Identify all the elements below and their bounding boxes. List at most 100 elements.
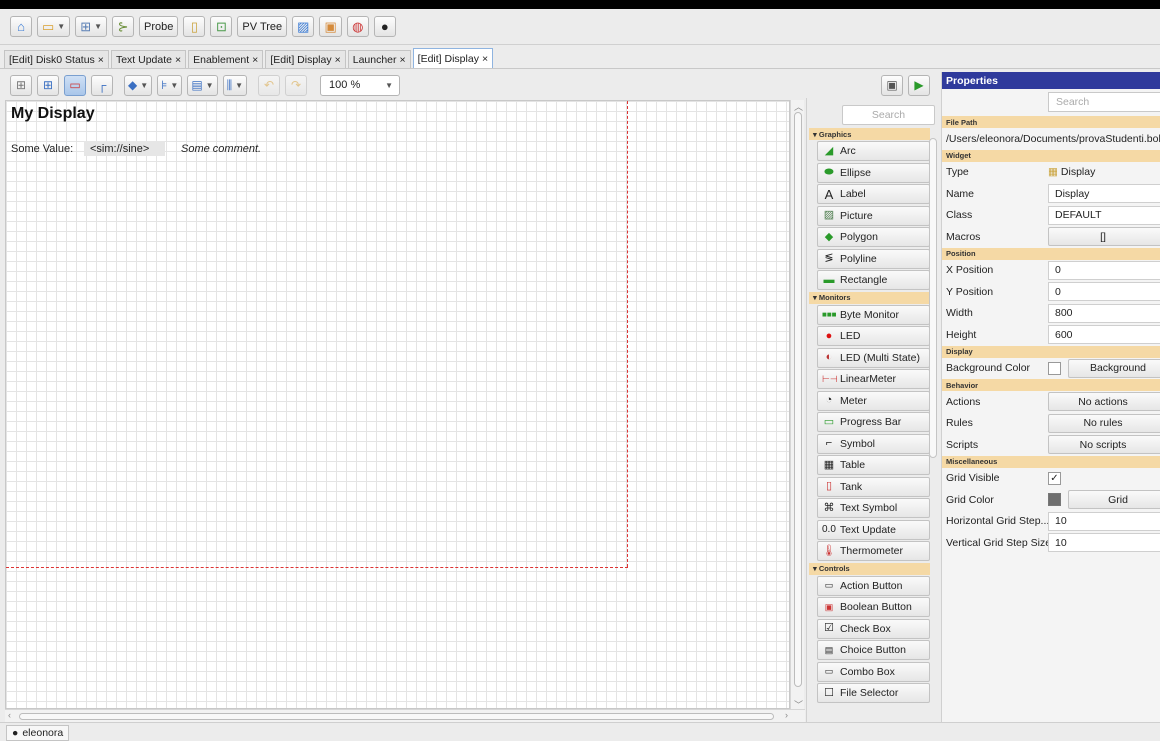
rules-button[interactable]: No rules [1048,413,1160,433]
some-value-label[interactable]: Some Value: [11,143,73,155]
palette-item-thermometer[interactable]: 🌡 Thermometer [817,541,930,561]
scroll-thumb[interactable] [929,138,937,458]
grid-color-swatch[interactable] [1048,493,1061,507]
databrowser-button[interactable]: ▨ [292,16,315,37]
palette-item-boolean-button[interactable]: ▣ Boolean Button [817,597,930,617]
palette-item-action-button[interactable]: ▭ Action Button [817,575,930,596]
size-button[interactable]: ▤ ▼ [187,74,218,96]
align-button[interactable]: ⊧ ▼ [157,74,183,96]
comment-label[interactable]: Some comment. [181,143,261,155]
tab-enablement[interactable]: Enablement × [188,50,264,68]
height-field[interactable]: 600 [1048,325,1160,345]
grid-visible-checkbox[interactable]: ✓ [1048,471,1061,485]
order-button[interactable]: ◆ ▼ [124,74,153,96]
layout-button[interactable]: ⊞ ▼ [75,16,108,37]
palette-item-picture[interactable]: ▨ Picture [817,205,930,226]
user-status-button[interactable]: ● eleonora [6,725,70,741]
close-icon[interactable]: × [252,54,258,66]
palette-item-file-selector[interactable]: ☐ File Selector [817,683,930,703]
undo-button[interactable]: ↶ [258,74,281,96]
horizontal-grid-step-field[interactable]: 10 [1048,511,1160,531]
properties-search-input[interactable]: Search [1048,92,1160,112]
save-button[interactable]: ▣ [881,74,903,96]
tab-edit-display[interactable]: [Edit] Display × [265,50,346,68]
alarm-button[interactable]: ◍ [346,16,369,37]
close-icon[interactable]: × [400,54,406,66]
palette-item-polygon[interactable]: ◆ Polygon [817,227,930,247]
probe-button[interactable]: Probe [139,16,179,37]
palette-category-controls[interactable]: ▾ Controls [809,562,930,575]
background-color-button[interactable]: Background [1068,358,1160,378]
tab-text-update[interactable]: Text Update × [110,50,187,68]
import-button[interactable]: ⊡ [210,16,233,37]
x-position-field[interactable]: 0 [1048,260,1160,280]
y-position-field[interactable]: 0 [1048,282,1160,302]
close-icon[interactable]: × [482,53,488,65]
scripts-button[interactable]: No scripts [1048,435,1160,455]
class-select[interactable]: DEFAULT [1048,205,1160,225]
palette-item-progress-bar[interactable]: ▭ Progress Bar [817,412,930,432]
distribute-button[interactable]: ⫼ ▼ [222,74,248,96]
boolean-button-icon: ▣ [824,601,834,612]
palette-item-label[interactable]: A Label [817,184,930,204]
new-display-button[interactable]: ▯ [183,16,206,37]
palette-category-graphics[interactable]: ▾ Graphics [809,128,930,140]
canvas-horizontal-scrollbar[interactable]: ‹ › [5,709,805,722]
palette-item-combo-box[interactable]: ▭ Combo Box [817,661,930,682]
text-update-widget[interactable]: <sim://sine> [84,141,165,156]
close-icon[interactable]: × [175,54,181,66]
scroll-thumb[interactable] [794,112,802,687]
actions-button[interactable]: No actions [1048,392,1160,412]
close-icon[interactable]: × [98,54,104,66]
grid-toggle-button[interactable]: ⊞ [10,74,32,96]
palette-item-led[interactable]: ● LED [817,326,930,346]
canvas-vertical-scrollbar[interactable]: ︿ ﹀ [790,100,804,710]
display-canvas[interactable]: My Display Some Value: <sim://sine> Some… [5,100,790,709]
scan-button[interactable]: ▣ [319,16,342,37]
redo-button[interactable]: ↷ [285,74,308,96]
macros-button[interactable]: [] [1048,227,1160,247]
chevron-right-icon[interactable]: › [785,710,788,720]
palette-scrollbar[interactable] [929,130,938,720]
palette-item-choice-button[interactable]: ▤ Choice Button [817,640,930,660]
chevron-left-icon[interactable]: ‹ [8,710,11,720]
show-display-border-button[interactable]: ▭ [64,74,86,96]
palette-item-text-update[interactable]: 0.0 Text Update [817,519,930,540]
palette-item-polyline[interactable]: ≶ Polyline [817,248,930,269]
width-field[interactable]: 800 [1048,303,1160,323]
scroll-thumb[interactable] [19,713,774,720]
display-title-label[interactable]: My Display [11,105,95,123]
palette-item-byte-monitor[interactable]: ■■■ Byte Monitor [817,304,930,325]
zoom-select[interactable]: 100 % ▼ [320,74,401,96]
palette-search-input[interactable]: Search [842,105,935,125]
palette-item-rectangle[interactable]: ▬ Rectangle [817,270,930,290]
probe-label: Probe [144,20,174,33]
home-button[interactable]: ⌂ [10,16,32,37]
palette-item-tank[interactable]: ▯ Tank [817,476,930,497]
user-button[interactable]: ● [373,16,396,37]
grid-color-button[interactable]: Grid [1068,490,1160,510]
tab-edit-display-active[interactable]: [Edit] Display × [412,48,494,68]
snap-grid-button[interactable]: ⊞ [37,74,59,96]
palette-item-linear-meter[interactable]: ⊢⊣ LinearMeter [817,369,930,389]
palette-item-ellipse[interactable]: ⬬ Ellipse [817,162,930,183]
vertical-grid-step-field[interactable]: 10 [1048,533,1160,553]
tree-button[interactable]: ⊱ [112,16,135,37]
tab-edit-disk0-status[interactable]: [Edit] Disk0 Status × [4,50,109,68]
coordinates-button[interactable]: ┌ [91,74,113,96]
palette-item-meter[interactable]: ◔ Meter [817,390,930,411]
palette-item-check-box[interactable]: ☑ Check Box [817,618,930,639]
tab-launcher[interactable]: Launcher × [347,50,411,68]
close-icon[interactable]: × [335,54,341,66]
open-button[interactable]: ▭ ▼ [37,16,71,37]
palette-category-monitors[interactable]: ▾ Monitors [809,291,930,304]
background-color-swatch[interactable] [1048,361,1061,375]
run-button[interactable]: ▶ [908,74,930,96]
palette-item-symbol[interactable]: ⌐ Symbol [817,433,930,454]
palette-item-led-multi-state[interactable]: ◐ LED (Multi State) [817,347,930,368]
palette-item-text-symbol[interactable]: ⌘ Text Symbol [817,498,930,518]
palette-item-table[interactable]: ▦ Table [817,455,930,475]
palette-item-arc[interactable]: ◢ Arc [817,141,930,161]
pv-tree-button[interactable]: PV Tree [237,16,288,37]
name-field[interactable]: Display [1048,184,1160,204]
